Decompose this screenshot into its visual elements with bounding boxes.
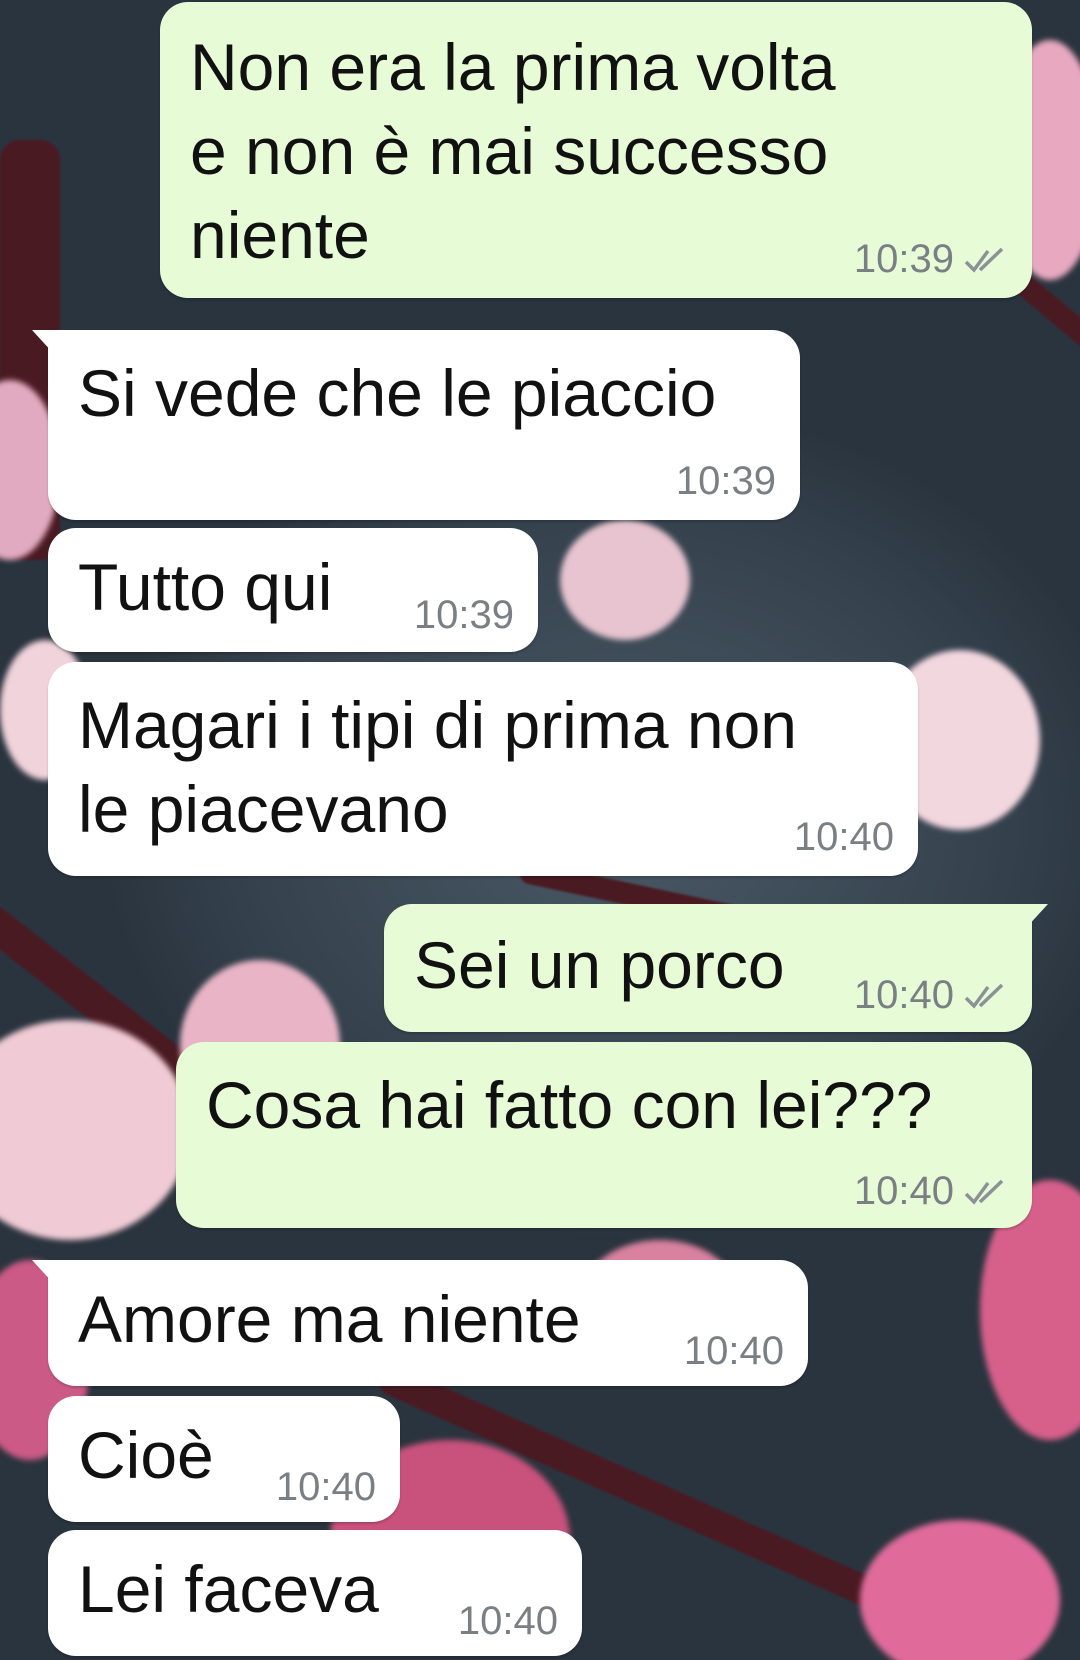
message-bubble-incoming[interactable]: Amore ma niente 10:40 [32,1260,808,1386]
message-bubble-outgoing[interactable]: Sei un porco 10:40 [384,904,1048,1032]
message-text: le piacevano [78,772,449,846]
message-text: Si vede che le piaccio [78,356,717,430]
message-text: Cioè [78,1418,214,1492]
message-bubble-incoming[interactable]: Tutto qui 10:39 [48,528,538,652]
message-meta: 10:40 [854,1169,1006,1214]
message-meta: 10:40 [276,1465,376,1510]
message-bubble-incoming[interactable]: Magari i tipi di prima non le piacevano … [48,662,918,876]
message-time: 10:40 [275,1465,376,1509]
message-meta: 10:39 [414,593,514,638]
message-time: 10:40 [683,1329,784,1373]
message-meta: 10:39 [854,237,1006,282]
message-meta: 10:40 [684,1329,784,1374]
message-time: 10:40 [793,815,894,859]
message-text: e non è mai successo [190,114,829,188]
message-meta: 10:40 [794,815,894,860]
message-bubble-outgoing[interactable]: Non era la prima volta e non è mai succe… [160,2,1032,298]
message-time: 10:40 [457,1599,558,1643]
message-text: Cosa hai fatto con lei??? [206,1068,933,1142]
double-check-icon [964,1179,1004,1205]
message-bubble-incoming[interactable]: Si vede che le piaccio 10:39 [32,330,800,520]
message-time: 10:39 [853,237,954,281]
message-text: Non era la prima volta [190,30,836,104]
message-text: Sei un porco [414,928,785,1002]
chat-thread[interactable]: Non era la prima volta e non è mai succe… [0,0,1080,1660]
double-check-icon [964,983,1004,1009]
message-time: 10:40 [853,1169,954,1213]
message-text: Lei faceva [78,1552,379,1626]
message-text: Magari i tipi di prima non [78,688,797,762]
message-time: 10:40 [853,973,954,1017]
message-text: Tutto qui [78,550,333,624]
message-bubble-incoming[interactable]: Cioè 10:40 [48,1396,400,1522]
message-bubble-incoming[interactable]: Lei faceva 10:40 [48,1530,582,1656]
message-text: niente [190,198,370,272]
double-check-icon [964,247,1004,273]
message-meta: 10:39 [676,459,776,504]
message-bubble-outgoing[interactable]: Cosa hai fatto con lei??? 10:40 [176,1042,1032,1228]
message-meta: 10:40 [458,1599,558,1644]
message-meta: 10:40 [854,973,1006,1018]
message-time: 10:39 [413,593,514,637]
message-text: Amore ma niente [78,1282,581,1356]
message-time: 10:39 [675,459,776,503]
